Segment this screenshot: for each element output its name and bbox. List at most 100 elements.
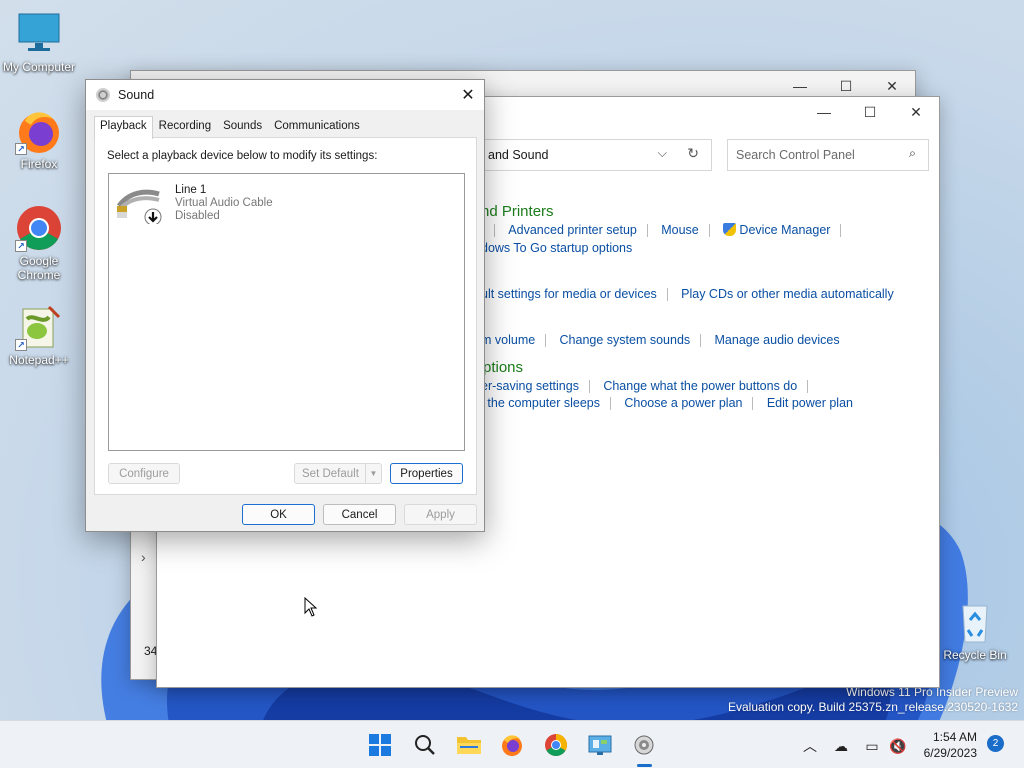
evaluation-watermark: Windows 11 Pro Insider Preview Evaluatio… [728, 685, 1018, 715]
tab-strip: Playback Recording Sounds Communications [94, 116, 366, 139]
instruction-text: Select a playback device below to modify… [107, 150, 378, 162]
dialog-title: Sound [118, 88, 155, 102]
taskbar-firefox[interactable] [498, 731, 526, 759]
search-input[interactable]: Search Control Panel [736, 148, 855, 162]
breadcrumb[interactable]: and Sound [488, 148, 548, 162]
close-icon[interactable]: ✕ [893, 97, 939, 127]
apply-button[interactable]: Apply [404, 504, 477, 525]
link-play-cds[interactable]: Play CDs or other media automatically [681, 287, 894, 301]
recycle-bin-icon [951, 598, 999, 646]
start-button[interactable] [366, 731, 394, 759]
expand-chevron-icon[interactable]: › [141, 549, 146, 565]
sound-links-row: m volume Change system sounds Manage aud… [481, 333, 840, 348]
notification-badge[interactable]: 2 [987, 735, 1004, 752]
set-default-label: Set Default [302, 467, 359, 480]
firefox-icon: ↗ [15, 107, 63, 155]
set-default-button[interactable]: Set Default ▼ [294, 463, 382, 484]
separator [752, 397, 754, 411]
dropdown-arrow-icon[interactable]: ▼ [365, 464, 381, 483]
link-device-manager[interactable]: Device Manager [739, 223, 830, 237]
taskbar-chrome[interactable] [542, 731, 570, 759]
clock-date: 6/29/2023 [923, 746, 977, 760]
control-panel-icon [588, 735, 612, 755]
category-heading-devices[interactable]: nd Printers [481, 203, 554, 220]
close-icon[interactable]: ✕ [452, 80, 484, 110]
tab-communications[interactable]: Communications [268, 116, 366, 138]
desktop-icon-label: My Computer [2, 60, 76, 74]
taskbar-sound[interactable] [630, 731, 658, 759]
link-default-media-settings[interactable]: ult settings for media or devices [481, 287, 657, 301]
desktop-icon-my-computer[interactable]: My Computer [1, 10, 77, 74]
category-heading-power[interactable]: ptions [483, 359, 523, 376]
watermark-line: Evaluation copy. Build 25375.zn_release.… [728, 700, 1018, 714]
folder-icon [457, 737, 481, 754]
desktop-icon-firefox[interactable]: ↗ Firefox [1, 107, 77, 171]
clock[interactable]: 1:54 AM 6/29/2023 [924, 729, 977, 761]
link-system-volume[interactable]: m volume [481, 333, 535, 347]
search-button[interactable] [411, 731, 439, 759]
caption-buttons: — ☐ ✕ [801, 97, 939, 127]
desktop-icon-recycle-bin[interactable]: Recycle Bin [937, 598, 1013, 662]
chevron-up-icon[interactable]: ︿ [800, 736, 820, 756]
tab-sounds[interactable]: Sounds [217, 116, 268, 138]
link-advanced-printer-setup[interactable]: Advanced printer setup [508, 223, 637, 237]
separator [807, 380, 809, 394]
link-mouse[interactable]: Mouse [661, 223, 699, 237]
onedrive-offline-icon[interactable]: ☁ [831, 736, 851, 756]
power-links-row-1: er-saving settings Change what the power… [481, 379, 818, 394]
device-description: Virtual Audio Cable [175, 197, 273, 209]
network-icon[interactable]: ▭ [862, 736, 882, 756]
chevron-down-icon[interactable]: ⌵ [658, 146, 667, 161]
desktop-icon-notepadpp[interactable]: ↗ Notepad++ [1, 303, 77, 367]
tab-playback[interactable]: Playback [94, 116, 153, 139]
list-item[interactable]: Line 1 Virtual Audio Cable Disabled [109, 174, 464, 230]
link-edit-power-plan[interactable]: Edit power plan [767, 396, 853, 410]
refresh-icon[interactable]: ↻ [687, 145, 699, 162]
speaker-icon [634, 735, 654, 755]
cancel-button[interactable]: Cancel [323, 504, 396, 525]
search-icon[interactable]: ⌕ [909, 146, 916, 161]
desktop-icon-chrome[interactable]: ↗ Google Chrome [1, 204, 77, 282]
link-windows-to-go[interactable]: dows To Go startup options [481, 241, 632, 255]
separator [646, 224, 648, 238]
configure-button[interactable]: Configure [108, 463, 180, 484]
link-when-computer-sleeps[interactable]: n the computer sleeps [477, 396, 600, 410]
devices-links-row: e Advanced printer setup Mouse Device Ma… [477, 223, 851, 238]
dialog-title-bar[interactable]: Sound ✕ [86, 80, 484, 110]
separator [700, 334, 702, 348]
firefox-icon [502, 735, 522, 756]
mouse-cursor-icon [304, 597, 318, 617]
sound-dialog[interactable]: Sound ✕ Playback Recording Sounds Commun… [85, 79, 485, 532]
maximize-icon[interactable]: ☐ [847, 97, 893, 127]
link-power-buttons[interactable]: Change what the power buttons do [603, 379, 797, 393]
desktop-icon-label: Recycle Bin [943, 648, 1007, 662]
link-choose-power-plan[interactable]: Choose a power plan [624, 396, 742, 410]
volume-muted-icon[interactable]: 🔇 [888, 736, 908, 756]
shortcut-arrow-icon: ↗ [15, 143, 27, 155]
power-links-row-2: n the computer sleeps Choose a power pla… [477, 396, 853, 411]
desktop-icon-label: Google Chrome [17, 254, 61, 282]
address-bar[interactable]: and Sound ⌵ ↻ [457, 139, 712, 171]
playback-device-list[interactable]: Line 1 Virtual Audio Cable Disabled [108, 173, 465, 451]
taskbar-file-explorer[interactable] [455, 731, 483, 759]
taskbar: ︿ ☁ ▭ 🔇 1:54 AM 6/29/2023 [0, 720, 1024, 768]
separator [493, 224, 495, 238]
search-box[interactable]: Search Control Panel ⌕ [727, 139, 929, 171]
link-power-saving-settings[interactable]: er-saving settings [481, 379, 579, 393]
ok-button[interactable]: OK [242, 504, 315, 525]
chrome-icon: ↗ [15, 204, 63, 252]
shortcut-arrow-icon: ↗ [15, 339, 27, 351]
separator [610, 397, 611, 411]
tab-recording[interactable]: Recording [153, 116, 217, 138]
separator [545, 334, 547, 348]
link-change-system-sounds[interactable]: Change system sounds [560, 333, 691, 347]
properties-button[interactable]: Properties [390, 463, 463, 484]
link-manage-audio-devices[interactable]: Manage audio devices [715, 333, 840, 347]
uac-shield-icon [723, 223, 737, 236]
notepadpp-icon: ↗ [15, 303, 63, 351]
device-status: Disabled [175, 210, 220, 222]
shortcut-arrow-icon: ↗ [15, 240, 27, 252]
separator [708, 224, 710, 238]
taskbar-control-panel[interactable] [586, 731, 614, 759]
minimize-icon[interactable]: — [801, 97, 847, 127]
